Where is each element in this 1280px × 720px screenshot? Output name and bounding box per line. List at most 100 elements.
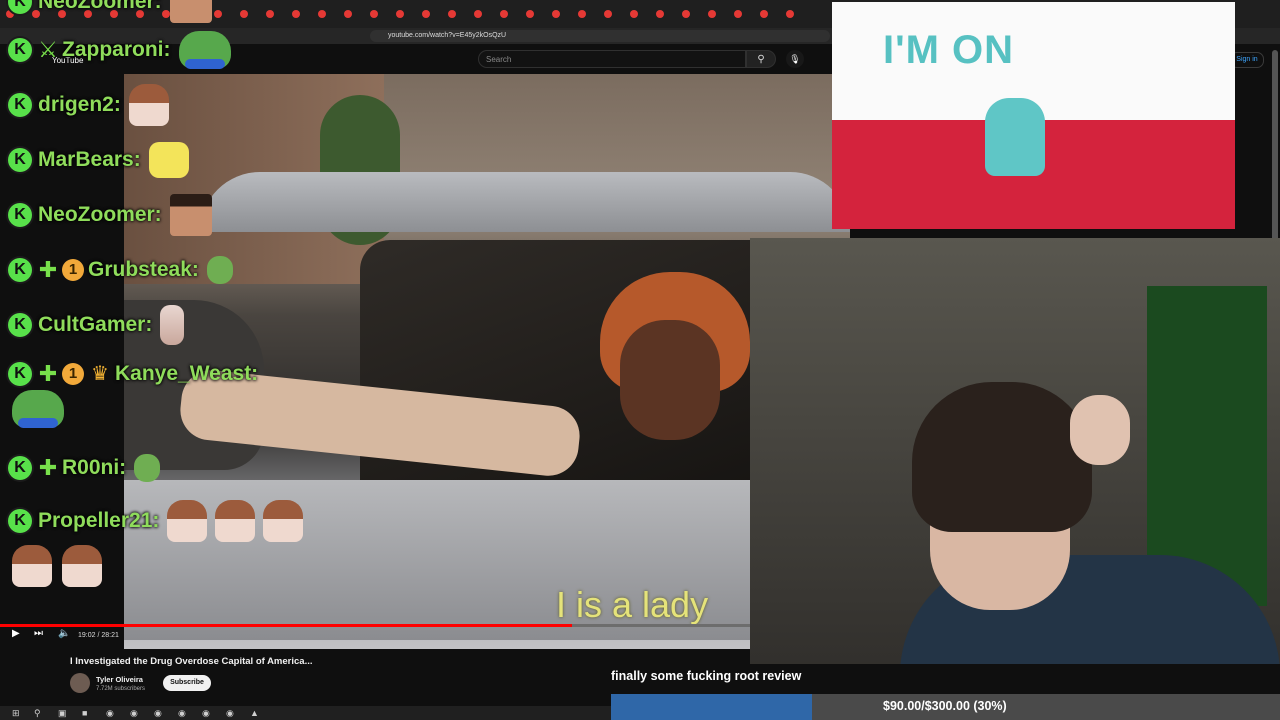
chat-username: CultGamer: [38,313,153,336]
next-icon: ⏭ [34,628,43,639]
app-icon[interactable]: ◉ [226,708,234,719]
k-badge-icon: K [8,38,32,62]
chat-message: K Propeller21: [8,500,304,542]
chat-username: Kanye_Weast: [115,362,259,385]
chat-message: K MarBears: [8,142,189,178]
browser-tab[interactable] [630,6,652,22]
browser-tab[interactable] [708,6,730,22]
chat-username: Zapparoni: [62,38,171,61]
video-timecode: 19:02 / 28:21 [78,632,119,639]
crown-badge-icon: ♛ [91,363,109,385]
chat-message: K NeoZoomer: [8,194,212,236]
chat-message: K ✚ R00ni: [8,452,161,484]
browser-tab[interactable] [604,6,626,22]
browser-tab[interactable] [760,6,782,22]
browser-tab[interactable] [344,6,366,22]
k-badge-icon: K [8,258,32,282]
browser-tab[interactable] [578,6,600,22]
k-badge-icon: K [8,509,32,533]
one-badge-icon: 1 [62,259,84,281]
sword-badge-icon: ⚔ [38,37,58,62]
streamer-hand [1070,395,1130,465]
tab-favicon-icon [578,10,586,18]
tab-favicon-icon [474,10,482,18]
chat-username: Grubsteak: [88,258,199,281]
tab-favicon-icon [526,10,534,18]
volume-button[interactable]: 🔈 [58,628,70,639]
stream-chat: K NeoZoomer: K ⚔ Zapparoni: Kdrigen2: K MarBear… [0,0,330,600]
windows-taskbar [0,706,611,720]
donation-goal-fill [611,694,812,720]
url-field[interactable]: youtube.com/watch?v=E45y2kOsQzU [370,30,830,42]
subscribe-button[interactable]: Subscribe [163,675,211,691]
tab-favicon-icon [682,10,690,18]
browser-tab[interactable] [734,6,756,22]
tab-favicon-icon [630,10,638,18]
chat-username: drigen2: [38,93,121,116]
tab-favicon-icon [786,10,794,18]
browser-tab[interactable] [500,6,522,22]
play-icon: ▶ [12,628,20,639]
sign-in-button[interactable]: Sign in [1230,52,1264,68]
frog-emote-icon [178,31,231,69]
donation-message: finally some fucking root review [611,669,802,683]
mic-icon: 🎙 [789,54,801,64]
anime-emote-icon [263,500,304,542]
video-progress-fill [0,624,573,627]
app-icon[interactable]: ◉ [106,708,114,719]
browser-tab[interactable] [552,6,574,22]
pepe-small-emote-icon [134,454,161,482]
anime-emote-icon [62,545,102,587]
browser-tab[interactable] [474,6,496,22]
browser-tab[interactable] [682,6,704,22]
search-input[interactable]: Search [478,50,746,68]
k-badge-icon: K [8,362,32,386]
browser-tab[interactable] [656,6,678,22]
chrome-icon[interactable]: ◉ [130,708,138,719]
face-emote-icon [169,194,212,236]
video-subtitle: I is a lady [556,584,709,625]
play-button[interactable]: ▶ [12,628,20,639]
channel-name[interactable]: Tyler Oliveira [96,675,143,684]
video-title: I Investigated the Drug Overdose Capital… [70,656,313,667]
cross-badge-icon: ✚ [38,257,58,282]
tab-favicon-icon [448,10,456,18]
taskbar-search-icon[interactable]: ⚲ [34,708,41,719]
voice-search-button[interactable]: 🎙 [786,50,804,68]
browser-tab[interactable] [370,6,392,22]
anime-emote-icon [12,545,52,587]
chat-message: Kdrigen2: [8,84,169,126]
brave-icon[interactable]: ▲ [250,708,259,718]
k-badge-icon: K [8,93,32,117]
anime-emote-icon [215,500,256,542]
search-icon: ⚲ [757,54,765,65]
browser-tab[interactable] [526,6,548,22]
search-button[interactable]: ⚲ [746,50,776,68]
pepe-small-emote-icon [206,256,233,284]
tab-favicon-icon [708,10,716,18]
steam-icon[interactable]: ◉ [178,708,186,719]
k-badge-icon: K [8,456,32,480]
chat-message: K CultGamer: [8,305,185,345]
tab-favicon-icon [396,10,404,18]
girl-emote-icon [160,305,185,345]
chat-username: MarBears: [38,148,141,171]
task-view-icon[interactable]: ▣ [58,708,67,719]
browser-tab[interactable] [422,6,444,22]
tab-favicon-icon [760,10,768,18]
miku-overlay-text: I'M ON [883,28,1015,72]
folder-icon[interactable]: ■ [82,708,87,718]
browser-tab[interactable] [448,6,470,22]
one-badge-icon: 1 [62,363,84,385]
app-icon[interactable]: ◉ [202,708,210,719]
browser-tab[interactable] [396,6,418,22]
chat-username: NeoZoomer: [38,203,162,226]
next-button[interactable]: ⏭ [34,628,43,639]
chat-username: R00ni: [62,456,127,479]
volume-icon: 🔈 [58,628,71,639]
browser-tab[interactable] [786,6,808,22]
channel-avatar[interactable] [70,673,90,693]
start-icon[interactable]: ⊞ [12,708,20,719]
app-icon[interactable]: ◉ [154,708,162,719]
streamer-hair [912,382,1092,532]
